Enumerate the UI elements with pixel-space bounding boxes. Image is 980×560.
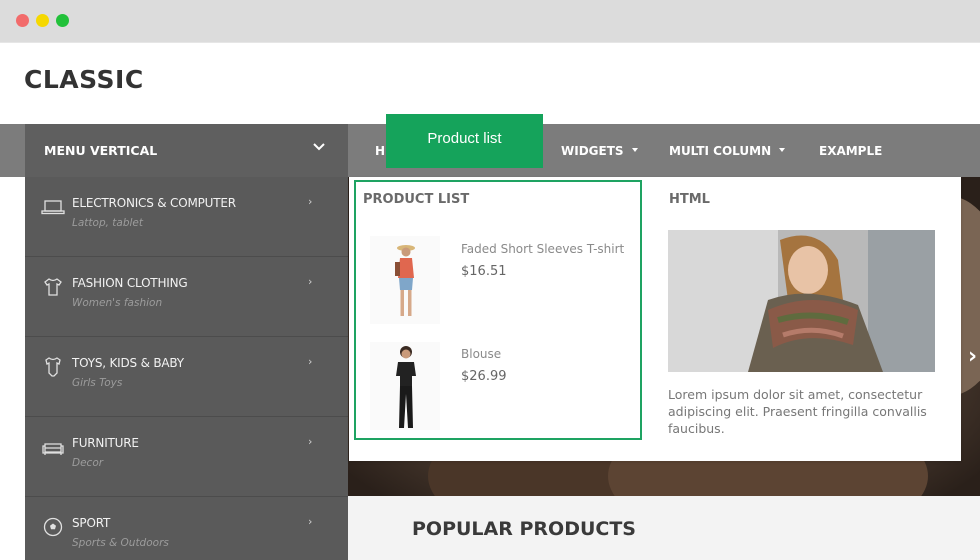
minimize-window-button[interactable] [36, 14, 49, 27]
html-block-text: Lorem ipsum dolor sit amet, consectetur … [668, 387, 927, 436]
caret-down-icon [631, 147, 638, 152]
nav-item-label: MULTI COLUMN [669, 144, 772, 158]
nav-item-label: WIDGETS [561, 144, 624, 158]
product-price: $26.99 [461, 369, 507, 384]
nav-item-home[interactable]: H [375, 144, 385, 158]
product-image-tshirt[interactable] [370, 236, 440, 324]
menu-item-electronics[interactable]: ELECTRONICS & COMPUTER Lattop, tablet › [25, 177, 348, 257]
menu-item-sport[interactable]: SPORT Sports & Outdoors › [25, 497, 348, 560]
menu-item-sub: Lattop, tablet [72, 217, 143, 229]
nav-item-widgets[interactable]: WIDGETS [561, 144, 638, 158]
product-list-title: PRODUCT LIST [363, 192, 470, 207]
menu-item-sub: Sports & Outdoors [72, 537, 169, 549]
page: CLASSIC › POPULAR PRODUCTS MENU VERTICAL… [0, 0, 980, 560]
menu-item-label: SPORT [72, 516, 111, 530]
menu-item-sub: Women's fashion [72, 297, 163, 309]
laptop-icon [41, 200, 65, 215]
menu-item-label: FASHION CLOTHING [72, 276, 188, 290]
chevron-right-icon: › [308, 355, 313, 368]
popular-products-title: POPULAR PRODUCTS [412, 518, 636, 540]
menu-item-sub: Girls Toys [72, 377, 123, 389]
html-block-image [668, 230, 935, 372]
menu-vertical-toggle[interactable]: MENU VERTICAL [25, 124, 348, 177]
menu-item-label: TOYS, KIDS & BABY [72, 356, 184, 370]
product-name[interactable]: Faded Short Sleeves T-shirt [461, 242, 624, 256]
menu-vertical-title: MENU VERTICAL [44, 143, 158, 158]
site-logo[interactable]: CLASSIC [24, 65, 144, 94]
browser-titlebar [0, 0, 980, 42]
site-header: CLASSIC [0, 42, 980, 124]
woman-with-scarf-photo [668, 230, 935, 372]
close-window-button[interactable] [16, 14, 29, 27]
vertical-menu: ELECTRONICS & COMPUTER Lattop, tablet › … [25, 177, 348, 560]
chevron-right-icon: › [308, 275, 313, 288]
product-name[interactable]: Blouse [461, 347, 501, 361]
chevron-right-icon: › [308, 435, 313, 448]
menu-item-label: FURNITURE [72, 436, 139, 450]
chevron-right-icon: › [308, 515, 313, 528]
nav-item-multi-column[interactable]: MULTI COLUMN [669, 144, 786, 158]
shirt-icon [44, 278, 62, 296]
chevron-down-icon [313, 143, 325, 151]
html-block-title: HTML [669, 192, 710, 207]
menu-item-label: ELECTRONICS & COMPUTER [72, 196, 236, 210]
chevron-right-icon: › [308, 195, 313, 208]
product-price: $16.51 [461, 264, 507, 279]
menu-item-furniture[interactable]: FURNITURE Decor › [25, 417, 348, 497]
nav-item-example[interactable]: EXAMPLE [819, 144, 882, 158]
menu-item-toys[interactable]: TOYS, KIDS & BABY Girls Toys › [25, 337, 348, 417]
hero-next-arrow[interactable]: › [968, 344, 977, 369]
product-list-tooltip: Product list [386, 114, 543, 168]
sofa-icon [42, 443, 64, 455]
product-image-blouse[interactable] [370, 342, 440, 430]
baby-onesie-icon [45, 357, 61, 377]
soccer-ball-icon [43, 517, 63, 537]
maximize-window-button[interactable] [56, 14, 69, 27]
menu-item-fashion[interactable]: FASHION CLOTHING Women's fashion › [25, 257, 348, 337]
menu-item-sub: Decor [72, 457, 104, 469]
caret-down-icon [779, 147, 786, 152]
